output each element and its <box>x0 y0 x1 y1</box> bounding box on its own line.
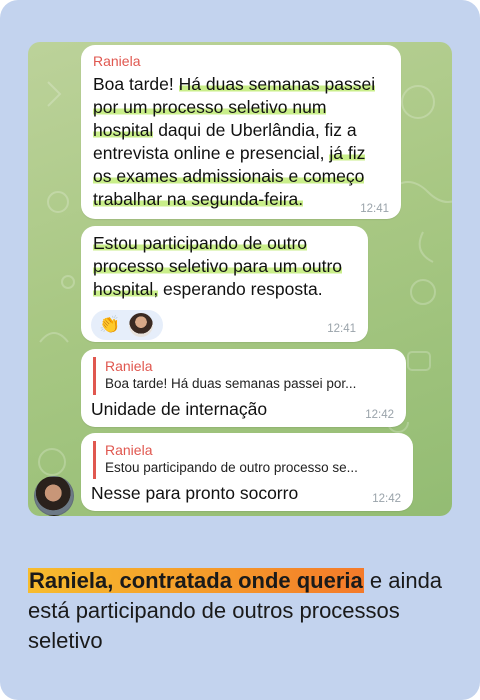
reply-quote[interactable]: Raniela Boa tarde! Há duas semanas passe… <box>93 357 395 395</box>
message-segment: daqui de Uberlândia, fiz a <box>153 120 357 140</box>
reply-preview-text: Estou participando de outro processo se.… <box>105 460 358 475</box>
reactions-pill[interactable]: 👏 <box>91 310 163 340</box>
chat-screenshot: Raniela Boa tarde! Há duas semanas passe… <box>28 42 452 516</box>
caption-text: Raniela, contratada onde queria e ainda … <box>28 566 458 656</box>
message-line: entrevista online e presencial, já fiz <box>93 142 398 165</box>
message-line: por um processo seletivo num <box>93 96 398 119</box>
highlighted-text: hospital <box>93 120 154 140</box>
message-line: hospital, esperando resposta. <box>93 278 368 301</box>
caption-highlight: Raniela, contratada onde queria <box>28 568 364 593</box>
highlighted-text: já fiz <box>329 143 366 163</box>
sender-name: Raniela <box>93 53 141 69</box>
highlighted-text: trabalhar na segunda-feira. <box>93 189 304 209</box>
message-text: Unidade de internação <box>91 399 268 419</box>
message-segment: Boa tarde! <box>93 74 179 94</box>
message-time: 12:41 <box>360 203 389 215</box>
post-card: Raniela Boa tarde! Há duas semanas passe… <box>0 0 480 700</box>
highlighted-text: por um processo seletivo num <box>93 97 327 117</box>
message-line: os exames admissionais e começo <box>93 165 398 188</box>
message-text: Boa tarde! Há duas semanas passei por um … <box>93 73 398 211</box>
message-line: processo seletivo para um outro <box>93 255 368 278</box>
highlighted-text: hospital, <box>93 279 159 299</box>
message-bubble-1[interactable]: Raniela Boa tarde! Há duas semanas passe… <box>81 45 401 219</box>
message-bubble-3[interactable]: Raniela Boa tarde! Há duas semanas passe… <box>81 349 406 427</box>
message-line: Boa tarde! Há duas semanas passei <box>93 73 398 96</box>
message-text: Estou participando de outro processo sele… <box>93 232 368 301</box>
sender-avatar[interactable] <box>34 476 74 516</box>
highlighted-text: Há duas semanas passei <box>178 74 376 94</box>
message-time: 12:41 <box>327 323 356 335</box>
message-text: Nesse para pronto socorro <box>91 483 299 503</box>
message-time: 12:42 <box>365 409 394 421</box>
reactor-avatar <box>129 313 153 337</box>
message-line: trabalhar na segunda-feira. <box>93 188 398 211</box>
highlighted-text: os exames admissionais e começo <box>93 166 365 186</box>
reply-sender-name: Raniela <box>105 358 153 374</box>
message-bubble-4[interactable]: Raniela Estou participando de outro proc… <box>81 433 413 511</box>
message-line: hospital daqui de Uberlândia, fiz a <box>93 119 398 142</box>
message-time: 12:42 <box>372 493 401 505</box>
message-bubble-2[interactable]: Estou participando de outro processo sele… <box>81 226 368 342</box>
highlighted-text: Estou participando de outro <box>93 233 308 253</box>
reply-quote[interactable]: Raniela Estou participando de outro proc… <box>93 441 405 479</box>
highlighted-text: processo seletivo para um outro <box>93 256 343 276</box>
message-segment: entrevista online e presencial, <box>93 143 330 163</box>
message-line: Estou participando de outro <box>93 232 368 255</box>
reply-preview-text: Boa tarde! Há duas semanas passei por... <box>105 376 357 391</box>
clap-reaction-icon: 👏 <box>99 315 121 334</box>
reply-sender-name: Raniela <box>105 442 153 458</box>
message-segment: esperando resposta. <box>158 279 323 299</box>
